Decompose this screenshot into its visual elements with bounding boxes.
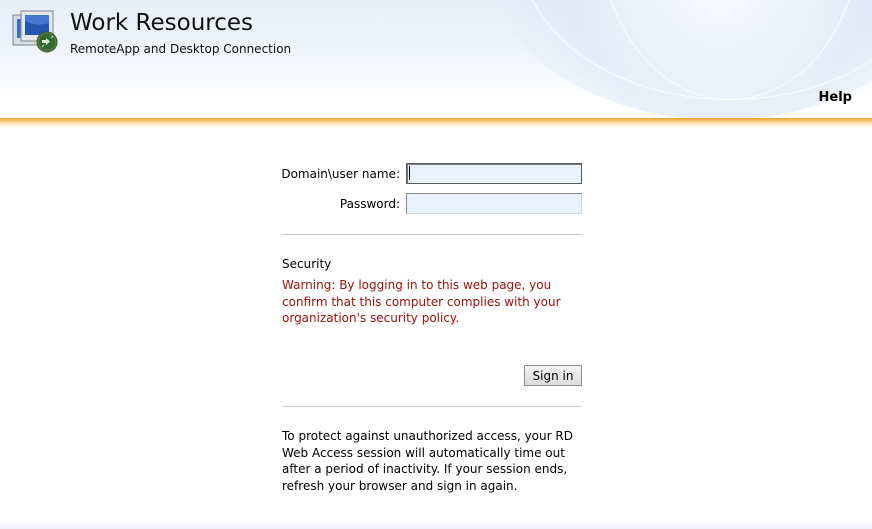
text-caret	[409, 166, 410, 180]
security-heading: Security	[282, 257, 332, 271]
password-label: Password:	[339, 197, 400, 211]
username-row: Domain\user name:	[281, 160, 582, 184]
page-title: Work Resources	[70, 10, 254, 36]
password-row: Password:	[282, 190, 582, 214]
footer-strip	[0, 521, 872, 529]
security-warning: Warning: By logging in to this web page,…	[282, 278, 561, 325]
page-header: Work Resources RemoteApp and Desktop Con…	[0, 0, 872, 118]
divider	[282, 234, 582, 235]
timeout-notice: To protect against unauthorized access, …	[282, 429, 573, 493]
help-link[interactable]: Help	[819, 90, 852, 105]
username-input[interactable]	[406, 163, 582, 184]
page-subtitle: RemoteApp and Desktop Connection	[70, 42, 292, 56]
sign-in-button[interactable]: Sign in	[524, 365, 582, 386]
remote-desktop-icon	[12, 10, 58, 53]
divider	[282, 406, 582, 407]
accent-bar	[0, 118, 872, 128]
username-label: Domain\user name:	[281, 167, 400, 181]
password-input[interactable]	[406, 193, 582, 214]
